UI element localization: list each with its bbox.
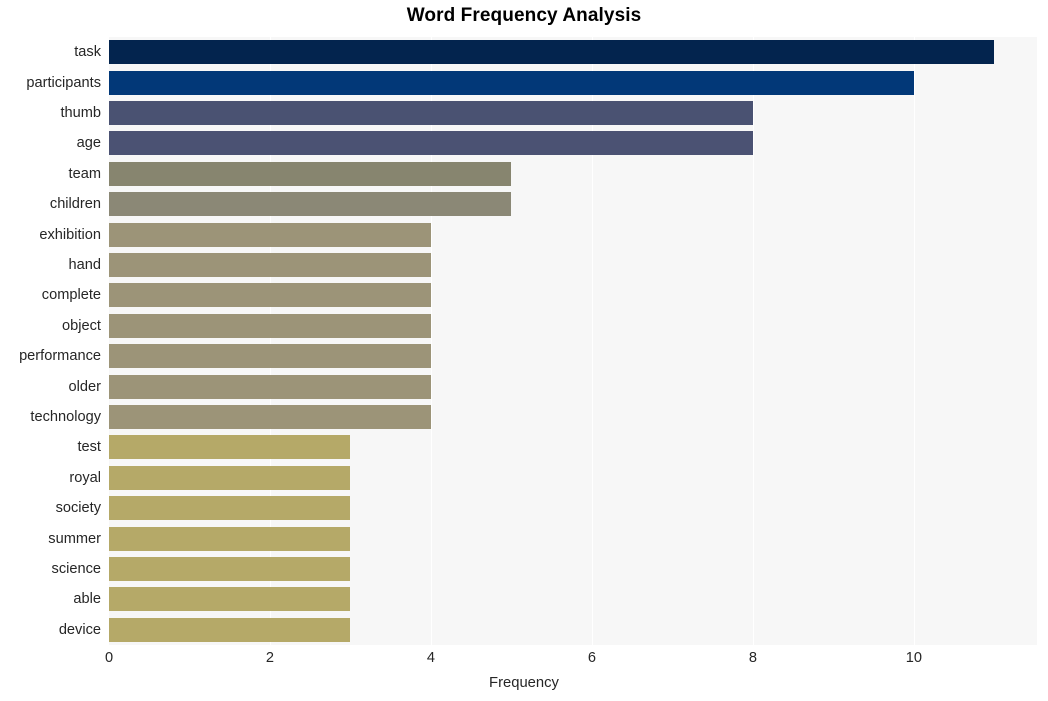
y-axis-tick-labels: task participants thumb age team children exhi… [0, 37, 1048, 645]
y-tick-label-society: society [55, 500, 101, 517]
y-tick-label-science: science [51, 561, 101, 577]
x-tick-label-8: 8 [748, 650, 757, 666]
y-tick-label-children: children [49, 196, 101, 213]
x-tick-label-10: 10 [905, 650, 922, 666]
x-axis-tick-labels: 0 2 4 6 8 10 [0, 650, 1048, 672]
y-tick-label-device: device [58, 621, 101, 638]
x-tick-label-2: 2 [265, 650, 275, 666]
y-tick-label-performance: performance [19, 348, 101, 365]
x-tick-label-0: 0 [104, 650, 114, 666]
y-tick-label-thumb: thumb [60, 105, 101, 121]
y-tick-label-exhibition: exhibition [39, 226, 101, 243]
y-tick-label-age: age [76, 135, 101, 152]
y-tick-label-summer: summer [48, 530, 101, 547]
y-tick-label-able: able [73, 591, 101, 608]
y-tick-label-task: task [74, 44, 101, 61]
y-tick-label-participants: participants [26, 74, 101, 91]
chart-figure: Word Frequency Analysis task participants… [0, 0, 1048, 701]
y-tick-label-older: older [68, 378, 101, 395]
page-title: Word Frequency Analysis [406, 5, 642, 26]
x-tick-label-4: 4 [426, 650, 435, 666]
y-tick-label-test: test [77, 439, 101, 456]
y-tick-label-technology: technology [30, 409, 101, 425]
y-tick-label-royal: royal [69, 469, 101, 486]
y-tick-label-hand: hand [68, 257, 101, 273]
x-axis-label: Frequency [489, 675, 559, 691]
y-tick-label-complete: complete [41, 287, 101, 304]
y-tick-label-object: object [62, 317, 101, 334]
y-tick-label-team: team [68, 165, 101, 182]
x-tick-label-6: 6 [587, 650, 596, 666]
